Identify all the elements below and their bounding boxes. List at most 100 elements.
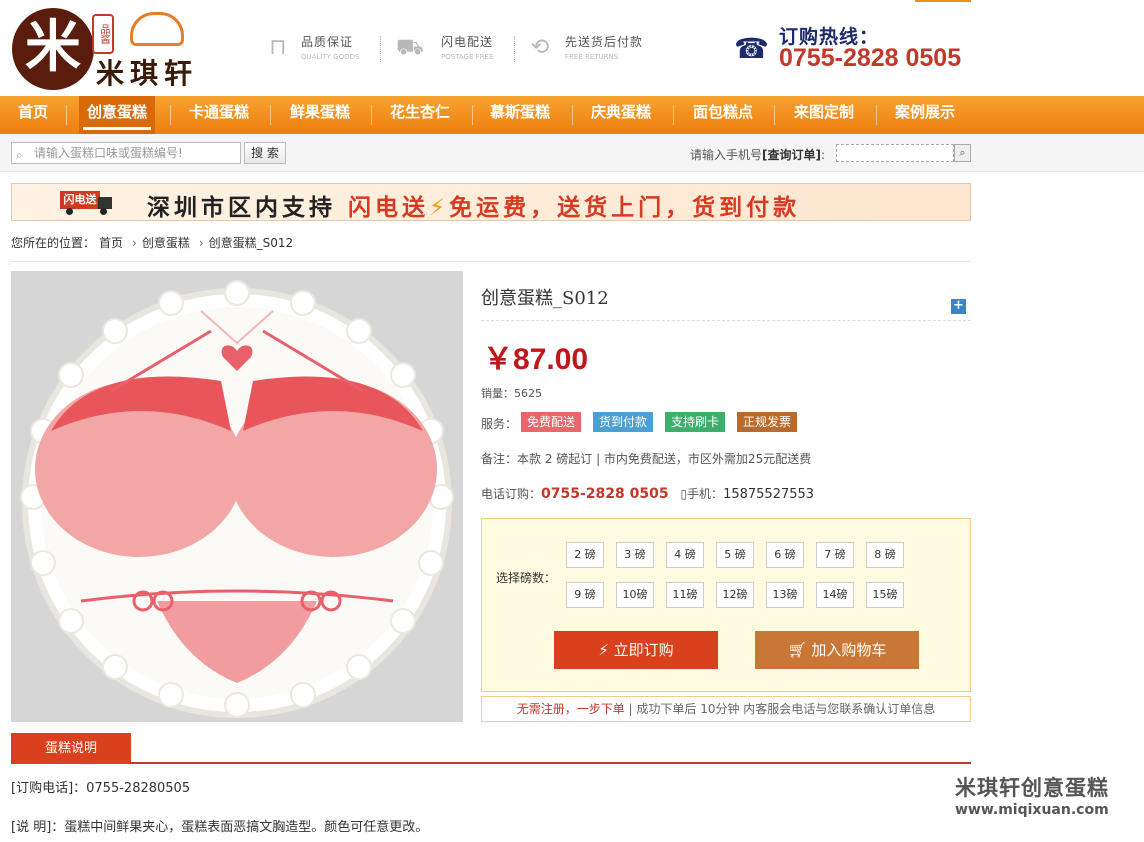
size-option[interactable]: 13磅 (766, 582, 804, 608)
tab-cake-description[interactable]: 蛋糕说明 (11, 733, 131, 764)
top-accent-line (915, 0, 971, 2)
truck-label: 闪电送 (60, 191, 100, 209)
truck-wheel (100, 208, 107, 215)
order-box: 选择磅数： 2 磅 3 磅 4 磅 5 磅 6 磅 7 磅 8 磅 9 磅 10… (481, 518, 971, 692)
cart-icon: 🛒︎ (787, 641, 812, 659)
nav-bread-pastry[interactable]: 面包糕点 (685, 96, 761, 134)
size-option[interactable]: 12磅 (716, 582, 754, 608)
watermark-url: www.miqixuan.com (955, 802, 1109, 818)
nav-cartoon-cakes[interactable]: 卡通蛋糕 (181, 96, 257, 134)
nav-divider (170, 105, 171, 125)
size-select-label: 选择磅数： (496, 571, 557, 585)
nav-home[interactable]: 首页 (10, 96, 56, 134)
nav-divider (66, 105, 67, 125)
logo-mark: 米 (12, 8, 94, 90)
add-to-cart-button[interactable]: 🛒︎ 加入购物车 (755, 631, 919, 669)
nav-divider (774, 105, 775, 125)
chevron-right-icon: › (198, 236, 204, 250)
size-option[interactable]: 3 磅 (616, 542, 654, 568)
size-option[interactable]: 10磅 (616, 582, 654, 608)
delivery-truck-icon: 闪电送 (40, 189, 114, 215)
size-option[interactable]: 15磅 (866, 582, 904, 608)
order-notice: 无需注册，一步下单 | 成功下单后 10分钟 内客服会电话与您联系确认订单信息 (481, 696, 971, 722)
nav-custom-design[interactable]: 来图定制 (786, 96, 862, 134)
watermark-brand: 米琪轩创意蛋糕 (955, 776, 1109, 800)
order-query-colon: : (821, 148, 826, 162)
nav-divider (673, 105, 674, 125)
delivery-banner[interactable]: 闪电送 深圳市区内支持 闪电送⚡免运费，送货上门，货到付款 (11, 183, 971, 221)
nav-divider (371, 105, 372, 125)
order-query-link[interactable]: [查询订单] (762, 148, 821, 162)
bookmark-icon: ⊓ (269, 35, 287, 60)
truck-icon: ⛟ (396, 35, 424, 60)
tel-label: 电话订购： (481, 487, 542, 501)
description-text: [说 明]：蛋糕中间鲜果夹心，蛋糕表面恶搞文胸造型。颜色可任意更改。 (11, 820, 429, 835)
plus-icon[interactable]: + (951, 299, 966, 314)
order-query-label: 请输入手机号[查询订单]: (690, 146, 825, 163)
notice-rest: | 成功下单后 10分钟 内客服会电话与您联系确认订单信息 (624, 702, 936, 716)
nav-peanut-almond[interactable]: 花生杏仁 (382, 96, 458, 134)
feature-title: 品质保证 (301, 35, 354, 49)
logo-name: 米琪轩 (96, 57, 199, 90)
return-icon: ⟲ (530, 35, 550, 60)
product-remark: 备注：本款 2 磅起订 | 市内免费配送，市区外需加25元配送费 (481, 452, 812, 466)
sales-count: 销量：5625 (481, 385, 542, 401)
sales-value: 5625 (514, 387, 542, 400)
breadcrumb: 您所在的位置： 首页 › 创意蛋糕 › 创意蛋糕_S012 (11, 234, 297, 251)
feature-title: 先送货后付款 (565, 35, 644, 49)
nav-divider (270, 105, 271, 125)
nav-case-showcase[interactable]: 案例展示 (887, 96, 963, 134)
chef-hat-icon (130, 12, 184, 46)
size-option[interactable]: 11磅 (666, 582, 704, 608)
search-button[interactable]: 搜 索 (244, 142, 286, 164)
breadcrumb-prefix: 您所在的位置： (11, 236, 96, 250)
nav-divider (572, 105, 573, 125)
description-tab-bar: 蛋糕说明 (11, 733, 971, 764)
banner-text-start: 深圳市区内支持 (147, 195, 336, 221)
nav-celebration-cakes[interactable]: 庆典蛋糕 (583, 96, 659, 134)
breadcrumb-home[interactable]: 首页 (99, 236, 123, 250)
search-bar: ⌕ 请输入蛋糕口味或蛋糕编号! 搜 索 请输入手机号[查询订单]: ⌕ (0, 134, 1144, 172)
size-option[interactable]: 9 磅 (566, 582, 604, 608)
hotline: ☎ 订购热线： 0755-2828 0505 (734, 22, 974, 72)
search-input[interactable]: ⌕ 请输入蛋糕口味或蛋糕编号! (11, 142, 241, 164)
chevron-right-icon: › (132, 236, 137, 250)
size-option[interactable]: 6 磅 (766, 542, 804, 568)
banner-text: 深圳市区内支持 闪电送⚡免运费，送货上门，货到付款 (147, 188, 800, 222)
description-phone: [订购电话]：0755-28280505 (11, 781, 191, 796)
size-option[interactable]: 8 磅 (866, 542, 904, 568)
phone-query-input[interactable] (836, 144, 954, 162)
buy-now-button[interactable]: ⚡ 立即订购 (554, 631, 718, 669)
order-query-search-icon[interactable]: ⌕ (954, 144, 971, 162)
nav-mousse-cakes[interactable]: 慕斯蛋糕 (482, 96, 558, 134)
watermark: 米琪轩创意蛋糕 www.miqixuan.com (955, 772, 1135, 818)
size-option[interactable]: 7 磅 (816, 542, 854, 568)
notice-emphasis: 无需注册，一步下单 (516, 702, 625, 716)
nav-fruit-cakes[interactable]: 鲜果蛋糕 (282, 96, 358, 134)
badge-cash-on-delivery: 货到付款 (593, 412, 654, 432)
sales-label: 销量： (481, 387, 514, 400)
nav-creative-cakes[interactable]: 创意蛋糕 (79, 96, 156, 134)
logo-seal: 品酱 (92, 14, 114, 54)
feature-subtitle: FREE RETURNS (565, 53, 619, 61)
feature-divider (514, 36, 515, 62)
breadcrumb-current: 创意蛋糕_S012 (208, 236, 294, 250)
size-option[interactable]: 14磅 (816, 582, 854, 608)
product-price: ￥87.00 (483, 343, 589, 376)
size-option[interactable]: 4 磅 (666, 542, 704, 568)
cake-illustration (11, 271, 463, 722)
search-icon: ⌕ (16, 148, 23, 162)
divider (481, 320, 971, 321)
breadcrumb-category[interactable]: 创意蛋糕 (142, 236, 190, 250)
lightning-icon: ⚡ (598, 641, 614, 659)
nav-divider (472, 105, 473, 125)
product-image[interactable] (11, 271, 463, 722)
size-option[interactable]: 2 磅 (566, 542, 604, 568)
order-query-prompt: 请输入手机号 (690, 148, 763, 162)
size-option[interactable]: 5 磅 (716, 542, 754, 568)
lightning-icon: ⚡ (429, 195, 450, 221)
nav-divider (876, 105, 877, 125)
banner-text-highlight: 闪电送 (348, 195, 430, 221)
site-header: 米 品酱 米琪轩 ⊓ 品质保证 QUALITY GOODS ⛟ 闪电配送 POS… (0, 0, 1144, 96)
site-logo[interactable]: 米 品酱 米琪轩 (12, 8, 217, 90)
